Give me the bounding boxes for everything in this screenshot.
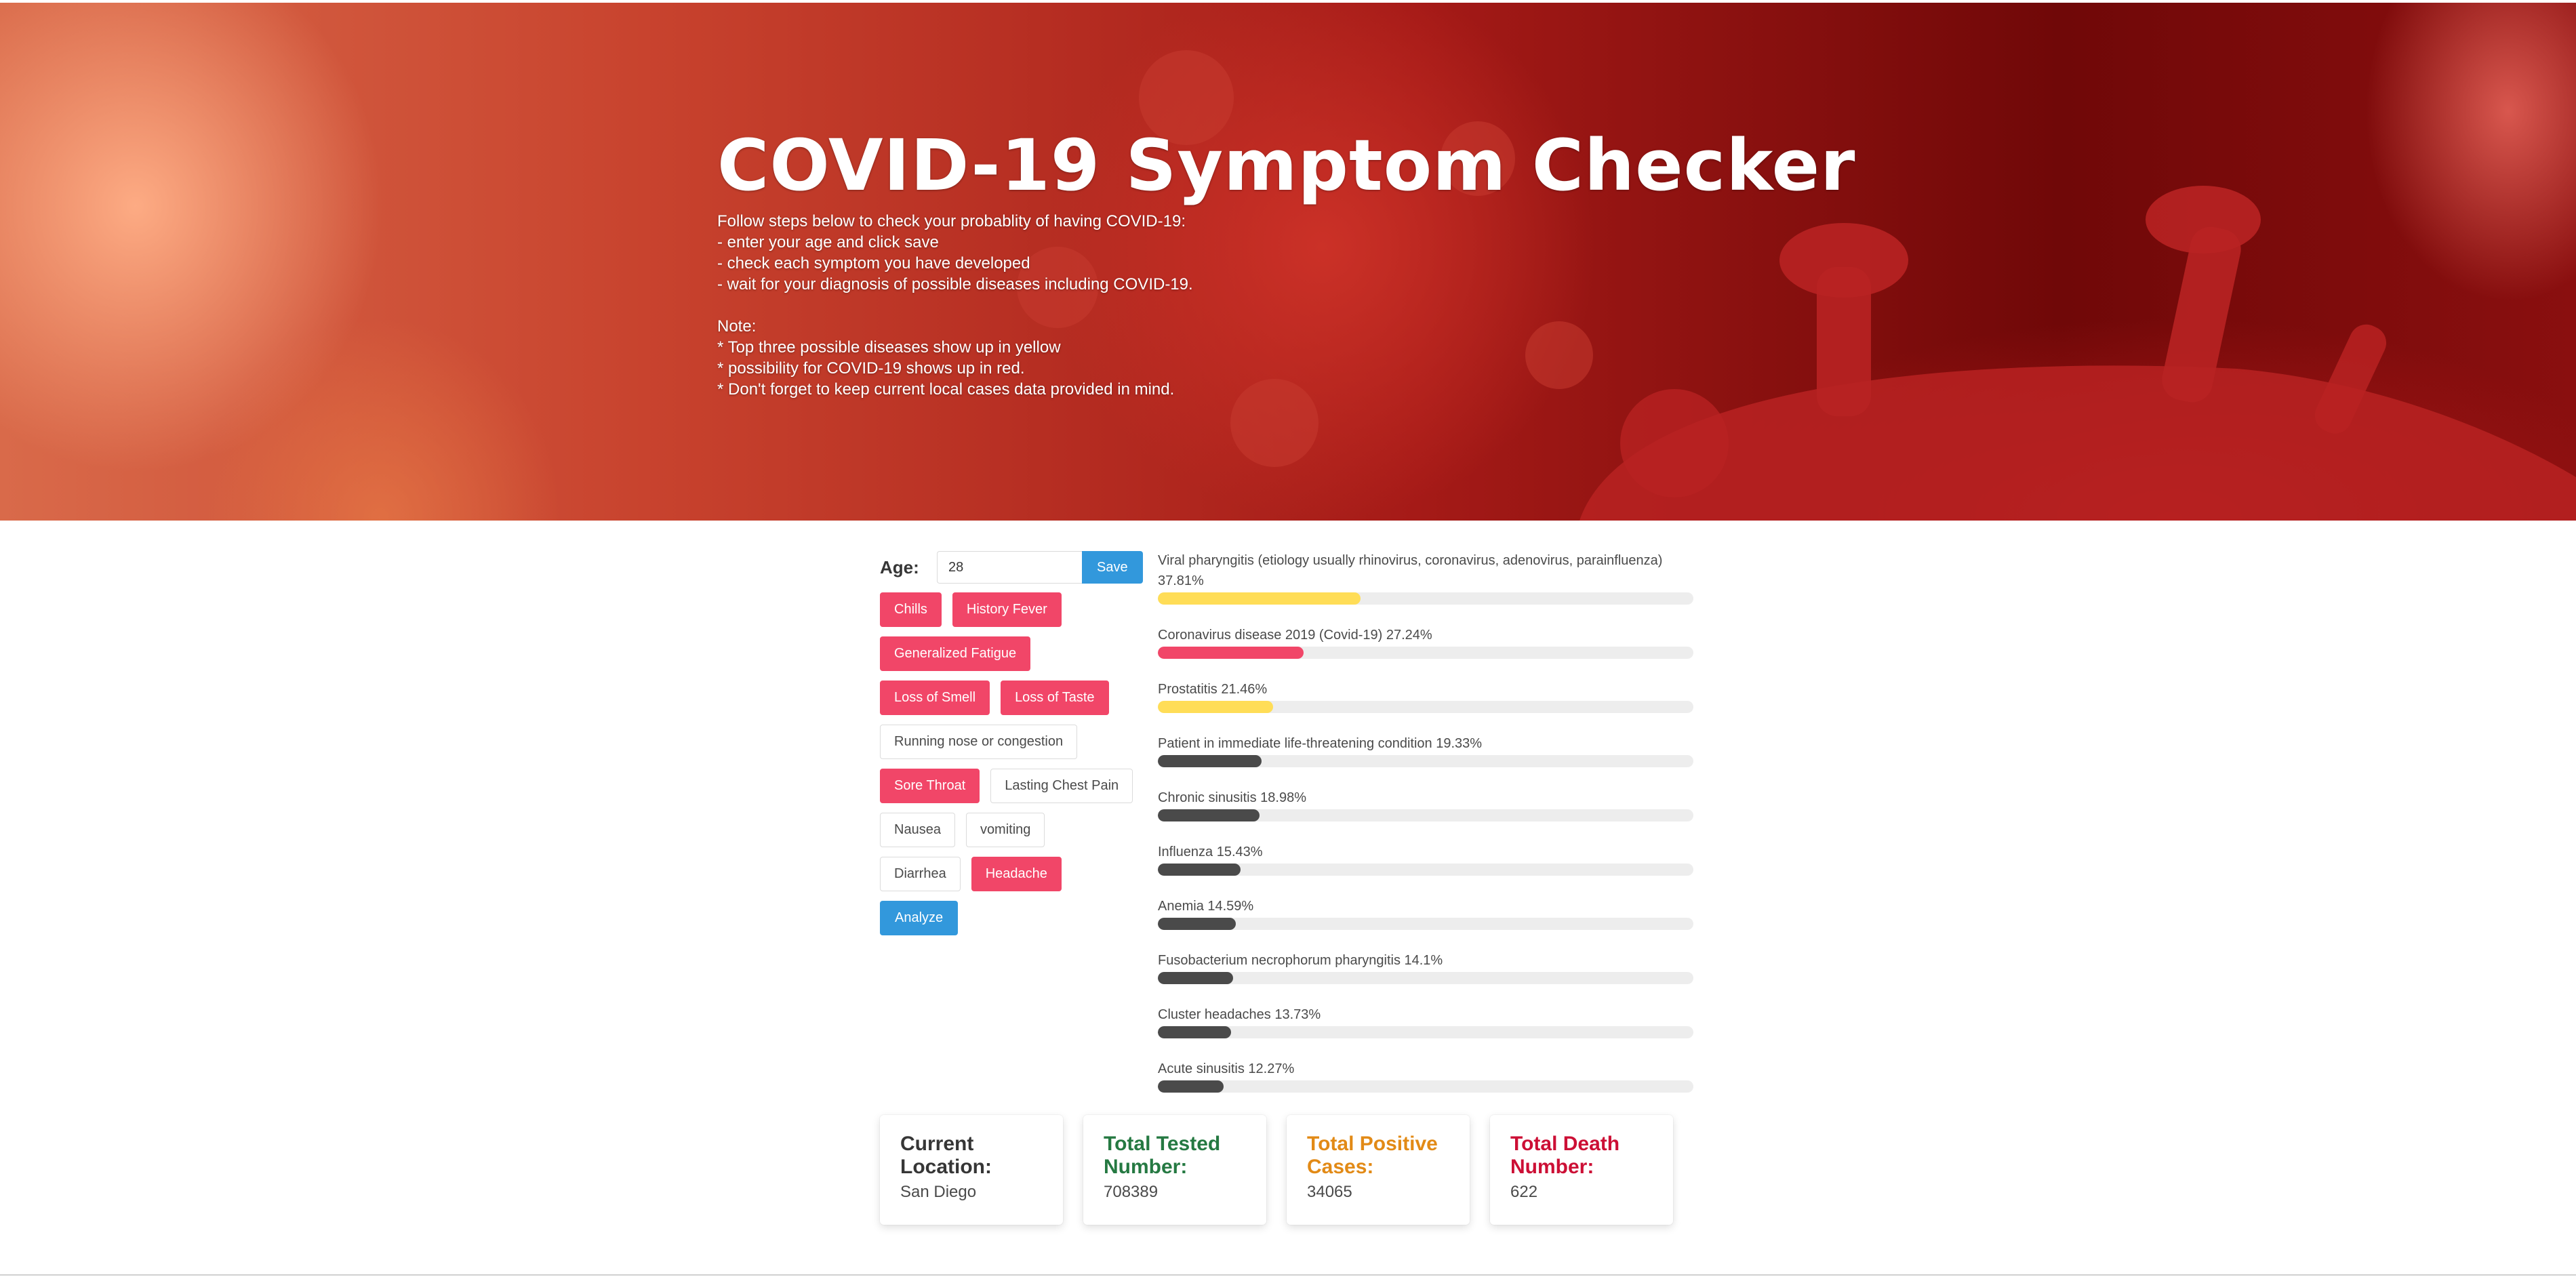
progress-fill — [1158, 972, 1234, 984]
result-item: Coronavirus disease 2019 (Covid-19) 27.2… — [1158, 625, 1693, 679]
symptom-loss-of-smell[interactable]: Loss of Smell — [880, 681, 990, 715]
symptom-chills[interactable]: Chills — [880, 592, 942, 627]
progress-bar — [1158, 918, 1693, 930]
progress-fill — [1158, 809, 1260, 821]
age-input[interactable] — [937, 551, 1082, 584]
progress-bar — [1158, 755, 1693, 767]
results-panel: Viral pharyngitis (etiology usually rhin… — [1158, 550, 1693, 1113]
death-card: Total Death Number: 622 — [1490, 1115, 1673, 1225]
progress-bar — [1158, 647, 1693, 659]
symptom-running-nose[interactable]: Running nose or congestion — [880, 725, 1078, 759]
progress-fill — [1158, 647, 1304, 659]
result-item: Viral pharyngitis (etiology usually rhin… — [1158, 550, 1693, 625]
progress-bar — [1158, 1080, 1693, 1093]
symptom-generalized-fatigue[interactable]: Generalized Fatigue — [880, 636, 1031, 671]
symptom-headache[interactable]: Headache — [971, 857, 1062, 891]
progress-fill — [1158, 592, 1361, 605]
card-value: San Diego — [900, 1183, 977, 1201]
result-label: Viral pharyngitis (etiology usually rhin… — [1158, 553, 1663, 588]
symptom-history-fever[interactable]: History Fever — [952, 592, 1062, 627]
card-title: Total Positive Cases: — [1307, 1133, 1438, 1178]
result-label: Prostatitis 21.46% — [1158, 682, 1268, 697]
instruction-line: - enter your age and click save — [717, 233, 939, 252]
progress-fill — [1158, 864, 1241, 876]
age-label: Age: — [880, 556, 919, 577]
hero-banner: COVID-19 Symptom Checker Follow steps be… — [0, 3, 2576, 521]
result-item: Anemia 14.59% — [1158, 896, 1693, 950]
result-item: Patient in immediate life-threatening co… — [1158, 733, 1693, 788]
result-item: Fusobacterium necrophorum pharyngitis 14… — [1158, 950, 1693, 1004]
card-value: 34065 — [1307, 1183, 1352, 1201]
stats-row: Current Location: San Diego Total Tested… — [880, 1115, 1693, 1225]
symptom-nausea[interactable]: Nausea — [880, 813, 955, 847]
progress-bar — [1158, 1026, 1693, 1038]
instruction-line: Note: — [717, 317, 757, 336]
symptom-diarrhea[interactable]: Diarrhea — [880, 857, 961, 891]
result-label: Acute sinusitis 12.27% — [1158, 1061, 1295, 1076]
progress-fill — [1158, 1026, 1232, 1038]
result-label: Cluster headaches 13.73% — [1158, 1007, 1321, 1022]
result-item: Cluster headaches 13.73% — [1158, 1004, 1693, 1059]
instruction-line: - check each symptom you have developed — [717, 254, 1030, 273]
card-title: Total Death Number: — [1510, 1133, 1620, 1178]
result-item: Chronic sinusitis 18.98% — [1158, 788, 1693, 842]
card-title: Current Location: — [900, 1133, 992, 1178]
result-label: Fusobacterium necrophorum pharyngitis 14… — [1158, 953, 1443, 968]
instructions: Follow steps below to check your probabl… — [717, 211, 1855, 400]
card-title: Total Tested Number: — [1104, 1133, 1221, 1178]
result-item: Acute sinusitis 12.27% — [1158, 1059, 1693, 1113]
progress-fill — [1158, 918, 1236, 930]
instruction-line: * possibility for COVID-19 shows up in r… — [717, 359, 1025, 378]
progress-bar — [1158, 592, 1693, 605]
progress-fill — [1158, 701, 1273, 713]
instruction-line: - wait for your diagnosis of possible di… — [717, 275, 1193, 294]
result-label: Patient in immediate life-threatening co… — [1158, 736, 1483, 751]
footer-divider — [0, 1274, 2576, 1276]
result-item: Prostatitis 21.46% — [1158, 679, 1693, 733]
symptom-vomiting[interactable]: vomiting — [965, 813, 1045, 847]
tested-card: Total Tested Number: 708389 — [1083, 1115, 1266, 1225]
analyze-button[interactable]: Analyze — [880, 901, 959, 935]
location-card: Current Location: San Diego — [880, 1115, 1063, 1225]
result-label: Influenza 15.43% — [1158, 845, 1263, 859]
symptom-lasting-chest-pain[interactable]: Lasting Chest Pain — [990, 769, 1133, 803]
symptom-sore-throat[interactable]: Sore Throat — [880, 769, 980, 803]
result-label: Chronic sinusitis 18.98% — [1158, 790, 1306, 805]
progress-bar — [1158, 864, 1693, 876]
card-value: 708389 — [1104, 1183, 1159, 1201]
instruction-line: Follow steps below to check your probabl… — [717, 212, 1186, 231]
instruction-line — [717, 295, 1855, 316]
instruction-line: * Top three possible diseases show up in… — [717, 338, 1061, 357]
progress-bar — [1158, 972, 1693, 984]
result-label: Coronavirus disease 2019 (Covid-19) 27.2… — [1158, 628, 1432, 643]
symptom-panel: Age: Save Chills History Fever Generaliz… — [880, 550, 1144, 935]
symptom-list: Chills History Fever Generalized Fatigue… — [880, 592, 1144, 935]
save-button[interactable]: Save — [1082, 551, 1143, 584]
progress-fill — [1158, 755, 1262, 767]
card-value: 622 — [1510, 1183, 1538, 1201]
symptom-loss-of-taste[interactable]: Loss of Taste — [1001, 681, 1109, 715]
result-label: Anemia 14.59% — [1158, 899, 1254, 914]
progress-bar — [1158, 809, 1693, 821]
progress-bar — [1158, 701, 1693, 713]
result-item: Influenza 15.43% — [1158, 842, 1693, 896]
progress-fill — [1158, 1080, 1224, 1093]
page-title: COVID-19 Symptom Checker — [717, 124, 1856, 207]
instruction-line: * Don't forget to keep current local cas… — [717, 380, 1175, 399]
hero-content: COVID-19 Symptom Checker Follow steps be… — [717, 124, 1856, 400]
age-row: Age: Save — [880, 550, 1144, 584]
positive-card: Total Positive Cases: 34065 — [1287, 1115, 1470, 1225]
